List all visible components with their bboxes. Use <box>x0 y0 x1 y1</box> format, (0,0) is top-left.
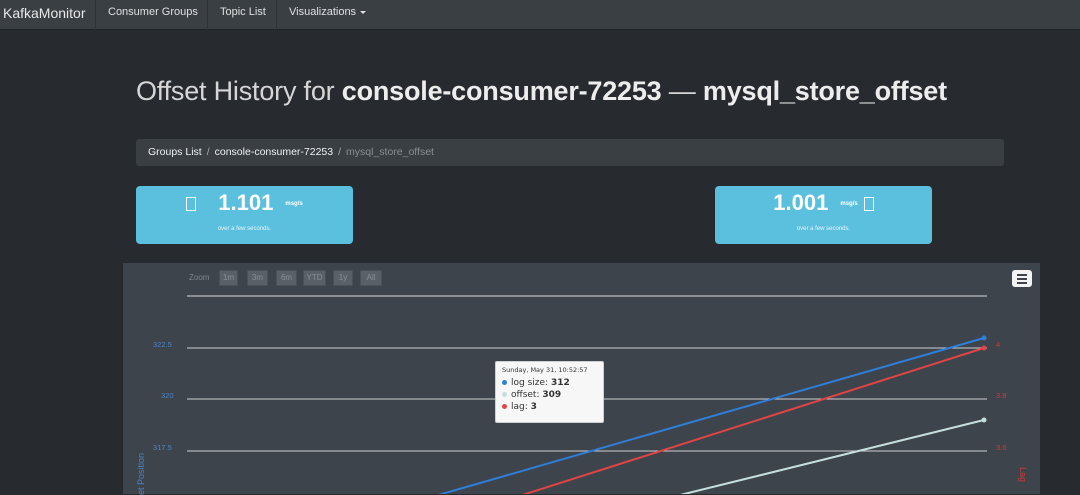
lag-dot-icon <box>502 404 507 409</box>
tooltip-name: log size <box>511 378 546 388</box>
y-left-tick: 317.5 <box>153 443 172 452</box>
rate-box-right: 1.001 msg/s over a few seconds. <box>715 186 932 244</box>
rate-box-left: 1.101 msg/s over a few seconds. <box>136 186 353 244</box>
y-right-tick: 3.8 <box>996 391 1007 400</box>
series-offset-point <box>981 417 987 423</box>
zoom-ytd-button[interactable]: YTD <box>303 270 326 286</box>
tooltip-value: 312 <box>550 378 570 388</box>
tooltip-row-offset: offset: 309 <box>502 389 597 401</box>
y-right-title: Lag <box>1018 467 1028 483</box>
tooltip-value: 309 <box>542 390 562 400</box>
breadcrumb-groups-list[interactable]: Groups List <box>148 146 202 158</box>
zoom-6m-button[interactable]: 6m <box>276 270 297 286</box>
tooltip-header: Sunday, May 31, 10:52:57 <box>502 366 588 374</box>
breadcrumb: Groups List / console-consumer-72253 / mysql… <box>136 139 1004 166</box>
rate-left-subtitle: over a few seconds. <box>217 226 272 232</box>
nav-consumer-groups[interactable]: Consumer Groups <box>95 0 210 30</box>
log-size-dot-icon <box>502 380 507 385</box>
rate-left-value: 1.101 <box>218 190 274 215</box>
series-offset-line <box>680 419 985 494</box>
brand-logo[interactable]: KafkaMonitor <box>3 0 85 30</box>
y-right-tick: 4 <box>996 340 1001 349</box>
tooltip-row-lag: lag: 3 <box>502 401 597 413</box>
nav-visualizations-dropdown[interactable]: Visualizations <box>276 0 378 30</box>
nav-topic-list[interactable]: Topic List <box>207 0 278 30</box>
arrow-icon <box>863 197 874 212</box>
rate-right-unit: msg/s <box>840 201 858 208</box>
tooltip-value: 3 <box>530 402 537 412</box>
series-lag-point <box>981 345 987 351</box>
title-group: console-consumer-72253 <box>341 76 662 106</box>
breadcrumb-separator: / <box>206 146 210 158</box>
chart-menu-button[interactable] <box>1012 270 1032 287</box>
navbar: KafkaMonitor Consumer Groups Topic List … <box>0 0 1080 30</box>
rate-left-unit: msg/s <box>285 201 303 208</box>
breadcrumb-separator: / <box>338 146 342 158</box>
offset-dot-icon <box>502 392 507 397</box>
tooltip-name: lag <box>511 402 525 412</box>
y-left-title: et Position <box>136 452 146 495</box>
rate-right-value: 1.001 <box>773 190 829 215</box>
title-topic: mysql_store_offset <box>702 76 947 106</box>
zoom-label: Zoom <box>189 273 210 282</box>
y-right-tick: 3.6 <box>996 443 1007 452</box>
chart-tooltip: Sunday, May 31, 10:52:57 log size: 312 o… <box>495 361 604 423</box>
page-title: Offset History for console-consumer-7225… <box>136 76 947 107</box>
tooltip-name: offset <box>511 390 537 400</box>
title-dash: — <box>661 76 703 106</box>
zoom-all-button[interactable]: All <box>360 270 382 286</box>
zoom-3m-button[interactable]: 3m <box>247 270 268 286</box>
y-left-tick: 322.5 <box>153 340 172 349</box>
y-left-tick: 320 <box>161 391 174 400</box>
zoom-1m-button[interactable]: 1m <box>219 270 238 286</box>
caret-down-icon <box>360 10 367 14</box>
nav-visualizations-label: Visualizations <box>289 6 357 18</box>
breadcrumb-topic: mysql_store_offset <box>346 146 434 158</box>
title-prefix: Offset History for <box>136 76 342 106</box>
offset-chart: Zoom 1m 3m 6m YTD 1y All 322.5 320 317.5… <box>123 263 1040 495</box>
zoom-1y-button[interactable]: 1y <box>333 270 353 286</box>
breadcrumb-group[interactable]: console-consumer-72253 <box>215 146 333 158</box>
arrow-icon <box>186 197 197 212</box>
tooltip-row-log-size: log size: 312 <box>502 377 597 389</box>
series-log-size-point <box>981 335 987 341</box>
rate-right-subtitle: over a few seconds. <box>796 226 851 232</box>
